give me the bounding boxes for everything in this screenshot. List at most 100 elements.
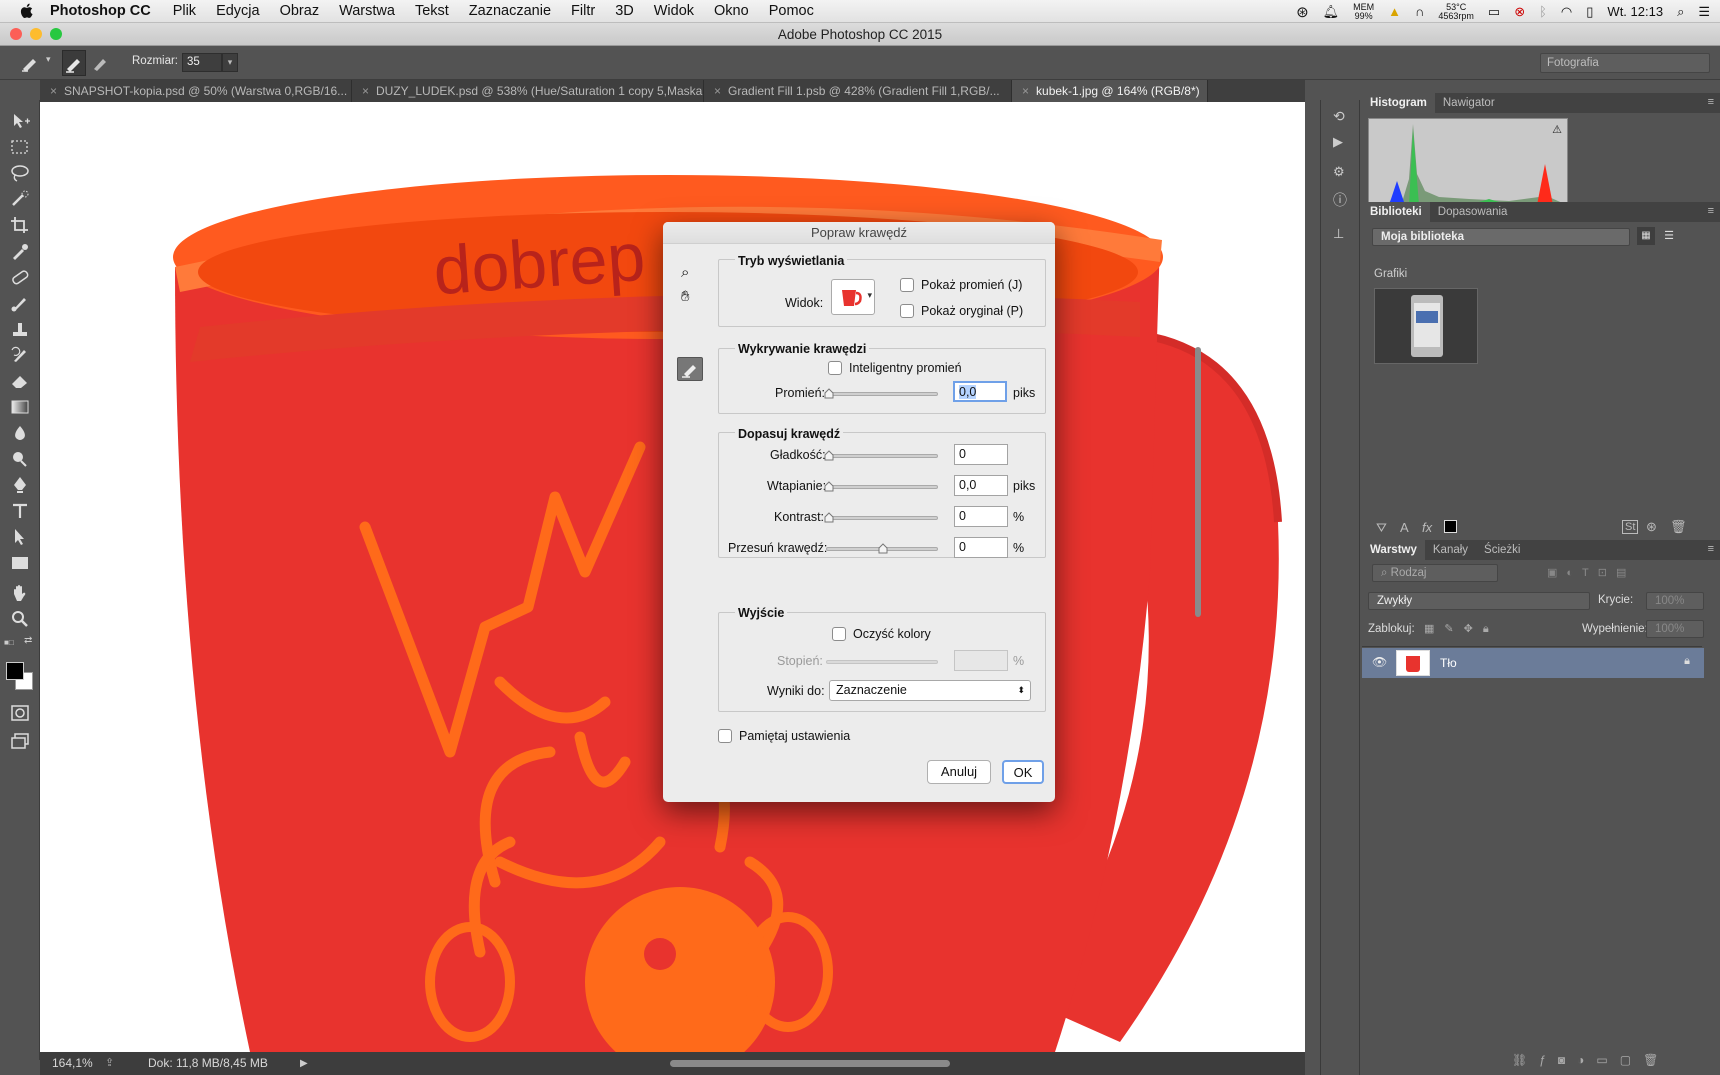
arc-icon[interactable]: ∩	[1415, 4, 1424, 19]
layers-footer-icons[interactable]: ⛓ƒ◙◑▭▢🗑︎	[1512, 1053, 1670, 1067]
show-original-label[interactable]: Pokaż oryginał (P)	[921, 304, 1023, 318]
tab-snapshot-kopia[interactable]: × SNAPSHOT-kopia.psd @ 50% (Warstwa 0,RGB…	[40, 80, 352, 102]
character-style-icon[interactable]: A	[1400, 520, 1409, 535]
canvas-horizontal-scrollbar[interactable]	[670, 1060, 950, 1067]
creative-cloud-icon[interactable]: ⊛	[1296, 3, 1309, 21]
clone-source-icon[interactable]: ⊥	[1333, 226, 1344, 242]
layer-row-tlo[interactable]: 👁︎ Tło 🔒︎	[1362, 648, 1704, 678]
contrast-slider[interactable]	[824, 512, 938, 523]
type-tool-icon[interactable]	[9, 502, 31, 520]
smart-radius-checkbox[interactable]	[828, 361, 842, 375]
smooth-input[interactable]: 0	[954, 444, 1008, 465]
close-tab-icon[interactable]: ×	[50, 84, 57, 98]
properties-icon[interactable]: ⚙	[1333, 164, 1345, 180]
menu-pomoc[interactable]: Pomoc	[769, 3, 814, 19]
feather-slider-knob[interactable]	[824, 481, 834, 492]
tab-kubek[interactable]: × kubek-1.jpg @ 164% (RGB/8*)	[1012, 80, 1208, 102]
radius-slider[interactable]	[824, 388, 938, 399]
view-preview-select[interactable]: ▾	[831, 279, 875, 315]
lasso-tool-icon[interactable]	[9, 164, 31, 182]
layer-name[interactable]: Tło	[1440, 656, 1457, 670]
tab-biblioteki[interactable]: Biblioteki	[1362, 202, 1430, 222]
clock[interactable]: Wt. 12:13	[1607, 4, 1663, 19]
decontaminate-colors-label[interactable]: Oczyść kolory	[853, 627, 931, 641]
history-brush-tool-icon[interactable]	[9, 346, 31, 364]
tab-histogram[interactable]: Histogram	[1362, 93, 1435, 113]
eyedropper-tool-icon[interactable]	[9, 242, 31, 260]
color-swatch-icon[interactable]	[1444, 520, 1457, 533]
size-input[interactable]: 35	[182, 53, 222, 72]
zoom-level[interactable]: 164,1%	[52, 1052, 93, 1075]
tab-sciezki[interactable]: Ścieżki	[1476, 540, 1528, 560]
canvas-vertical-scrollbar[interactable]	[1195, 347, 1201, 617]
radius-input[interactable]: 0,0	[953, 381, 1007, 402]
hand-tool-icon[interactable]	[9, 584, 31, 602]
stop-sync-icon[interactable]: ⊗	[1514, 4, 1525, 20]
healing-brush-tool-icon[interactable]	[9, 268, 31, 286]
radius-slider-knob[interactable]	[824, 388, 834, 399]
show-radius-checkbox[interactable]	[900, 278, 914, 292]
swap-colors-icon[interactable]: ⇄	[24, 635, 32, 646]
blur-tool-icon[interactable]	[9, 424, 31, 442]
layer-style-icon[interactable]: fx	[1422, 520, 1432, 535]
fill-input[interactable]: 100%	[1646, 620, 1704, 638]
notification-center-icon[interactable]: ☰	[1698, 4, 1710, 20]
shift-edge-slider[interactable]	[826, 543, 938, 554]
smart-radius-label[interactable]: Inteligentny promień	[849, 361, 962, 375]
menu-edycja[interactable]: Edycja	[216, 3, 260, 19]
tab-nawigator[interactable]: Nawigator	[1435, 93, 1503, 113]
erase-refinements-tool-icon[interactable]	[90, 52, 112, 74]
remember-settings-label[interactable]: Pamiętaj ustawienia	[739, 729, 850, 743]
crop-tool-icon[interactable]	[9, 216, 31, 234]
tab-dopasowania[interactable]: Dopasowania	[1430, 202, 1516, 222]
list-view-icon[interactable]: ☰	[1660, 227, 1678, 245]
path-selection-tool-icon[interactable]	[9, 528, 31, 546]
apple-icon[interactable]	[18, 2, 36, 20]
smooth-slider-knob[interactable]	[824, 450, 834, 461]
panel-menu-icon[interactable]: ≡	[1708, 543, 1714, 555]
clone-stamp-tool-icon[interactable]	[9, 320, 31, 338]
brush-preset-icon[interactable]	[20, 53, 42, 73]
minimize-window-button[interactable]	[30, 28, 42, 40]
decontaminate-colors-checkbox[interactable]	[832, 627, 846, 641]
creative-cloud-sync-icon[interactable]: ⊛	[1646, 519, 1657, 535]
cancel-button[interactable]: Anuluj	[927, 760, 991, 784]
menu-plik[interactable]: Plik	[173, 3, 196, 19]
eraser-tool-icon[interactable]	[9, 372, 31, 390]
output-to-select[interactable]: Zaznaczenie ⬍	[829, 680, 1031, 701]
memory-indicator[interactable]: MEM 99%	[1353, 2, 1374, 21]
notification-bell-icon[interactable]: 🔔︎	[1323, 4, 1340, 20]
blend-mode-select[interactable]: Zwykły	[1368, 592, 1590, 610]
display-icon[interactable]: ▭	[1488, 4, 1500, 20]
grid-view-icon[interactable]: ▦	[1637, 227, 1655, 245]
layer-visibility-eye-icon[interactable]: 👁︎	[1372, 655, 1387, 669]
close-tab-icon[interactable]: ×	[362, 84, 369, 98]
tab-warstwy[interactable]: Warstwy	[1362, 540, 1425, 560]
menu-app-name[interactable]: Photoshop CC	[50, 3, 151, 19]
library-select[interactable]: Moja biblioteka	[1372, 228, 1630, 246]
zoom-tool-icon[interactable]	[9, 610, 31, 628]
hand-tool-icon[interactable]: ✋︎	[681, 288, 690, 305]
close-tab-icon[interactable]: ×	[1022, 84, 1029, 98]
brush-tool-icon[interactable]	[9, 294, 31, 312]
panel-menu-icon[interactable]: ≡	[1708, 96, 1714, 108]
pen-tool-icon[interactable]	[9, 476, 31, 494]
show-radius-label[interactable]: Pokaż promień (J)	[921, 278, 1022, 292]
shift-edge-input[interactable]: 0	[954, 537, 1008, 558]
lock-options-icons[interactable]: ▦✎✥🔒︎	[1424, 622, 1499, 636]
status-menu-arrow-icon[interactable]: ▶	[300, 1052, 308, 1075]
quick-selection-tool-icon[interactable]	[9, 190, 31, 208]
battery-icon[interactable]: ▯	[1586, 4, 1593, 20]
workspace-select[interactable]: Fotografia	[1540, 53, 1710, 73]
menu-3d[interactable]: 3D	[615, 3, 634, 19]
quick-mask-icon[interactable]	[9, 704, 31, 722]
default-colors-icon[interactable]: ■□	[4, 638, 14, 647]
foreground-color-swatch[interactable]	[6, 662, 24, 680]
close-tab-icon[interactable]: ×	[714, 84, 721, 98]
rectangle-tool-icon[interactable]	[9, 554, 31, 572]
refine-radius-tool-icon[interactable]	[62, 50, 86, 76]
layer-filter-kind-select[interactable]: ⌕ Rodzaj	[1372, 564, 1498, 582]
library-graphic-thumbnail[interactable]	[1374, 288, 1478, 364]
marquee-tool-icon[interactable]	[9, 138, 31, 156]
screen-mode-icon[interactable]	[9, 732, 31, 750]
